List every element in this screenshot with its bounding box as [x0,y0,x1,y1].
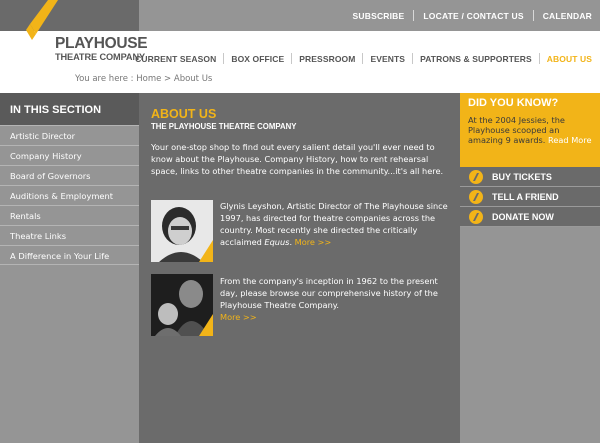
nav-divider [412,53,414,64]
play-title: Equus [264,237,290,248]
company-history-photo[interactable] [151,274,213,336]
artistic-director-text: Glynis Leyshon, Artistic Director of The… [220,201,448,248]
right-column: DID YOU KNOW? At the 2004 Jessies, the P… [460,93,600,443]
company-history-blurb: From the company's inception in 1962 to … [220,275,450,323]
main-content: ABOUT US THE PLAYHOUSE THEATRE COMPANY Y… [139,93,460,443]
logo-wordmark-line2: THEATRE COMPANY [55,51,146,62]
artistic-director-blurb: Glynis Leyshon, Artistic Director of The… [220,200,450,248]
utility-locate-contact-link[interactable]: LOCATE / CONTACT US [423,11,523,21]
breadcrumb-home-link[interactable]: Home [136,74,161,84]
did-you-know-text: At the 2004 Jessies, the Playhouse scoop… [468,115,592,146]
nav-events[interactable]: EVENTS [370,54,405,64]
logo-wordmark-line1: PLAYHOUSE [55,35,148,52]
artistic-director-photo[interactable] [151,200,213,262]
nav-about-us[interactable]: ABOUT US [547,54,592,64]
history-image [151,274,213,336]
playhouse-logo[interactable]: PLAYHOUSE THEATRE COMPANY [55,35,148,62]
did-you-know-title: DID YOU KNOW? [468,97,559,109]
sidebar-item-board-of-governors[interactable]: Board of Governors [0,165,139,185]
donate-icon [469,209,483,224]
sidebar-list: Artistic Director Company History Board … [0,125,139,265]
buy-tickets-label: BUY TICKETS [492,171,552,182]
page-title: ABOUT US [151,107,217,121]
page-subtitle: THE PLAYHOUSE THEATRE COMPANY [151,122,297,131]
sentence-end: . [289,237,293,248]
nav-patrons-supporters[interactable]: PATRONS & SUPPORTERS [420,54,532,64]
utility-divider [532,10,534,21]
company-history-text: From the company's inception in 1962 to … [220,276,438,311]
utility-nav: SUBSCRIBE LOCATE / CONTACT US CALENDAR [353,10,592,21]
utility-calendar-link[interactable]: CALENDAR [543,11,592,21]
sidebar-item-theatre-links[interactable]: Theatre Links [0,225,139,245]
main-nav: CURRENT SEASON BOX OFFICE PRESSROOM EVEN… [135,53,592,64]
nav-divider [362,53,364,64]
breadcrumb-prefix: You are here : [75,74,134,84]
buy-tickets-button[interactable]: BUY TICKETS [460,167,600,187]
breadcrumb-current: About Us [173,74,213,84]
nav-divider [223,53,225,64]
nav-current-season[interactable]: CURRENT SEASON [135,54,216,64]
breadcrumb: You are here : Home > About Us [75,74,212,84]
utility-subscribe-link[interactable]: SUBSCRIBE [353,11,405,21]
donate-now-label: DONATE NOW [492,211,554,222]
portrait-image [151,200,213,262]
nav-box-office[interactable]: BOX OFFICE [231,54,284,64]
nav-divider [538,53,540,64]
sidebar-item-rentals[interactable]: Rentals [0,205,139,225]
sidebar-item-company-history[interactable]: Company History [0,145,139,165]
sidebar-item-difference-in-your-life[interactable]: A Difference in Your Life [0,245,139,265]
logo-slash-icon [26,0,58,40]
sidebar-item-artistic-director[interactable]: Artistic Director [0,125,139,145]
utility-divider [413,10,415,21]
section-sidebar: IN THIS SECTION Artistic Director Compan… [0,93,139,443]
read-more-link[interactable]: Read More [548,135,591,145]
nav-divider [291,53,293,64]
intro-paragraph: Your one-stop shop to find out every sal… [151,142,444,177]
friend-icon [469,189,483,204]
ticket-icon [469,169,483,184]
artistic-director-more-link[interactable]: More >> [295,237,332,247]
sidebar-heading: IN THIS SECTION [0,93,139,125]
company-history-more-link[interactable]: More >> [220,312,257,322]
did-you-know-box: DID YOU KNOW? At the 2004 Jessies, the P… [460,93,600,167]
sidebar-item-auditions-employment[interactable]: Auditions & Employment [0,185,139,205]
breadcrumb-separator: > [164,74,172,84]
tell-a-friend-button[interactable]: TELL A FRIEND [460,187,600,207]
donate-now-button[interactable]: DONATE NOW [460,207,600,227]
nav-pressroom[interactable]: PRESSROOM [299,54,355,64]
tell-a-friend-label: TELL A FRIEND [492,191,559,202]
